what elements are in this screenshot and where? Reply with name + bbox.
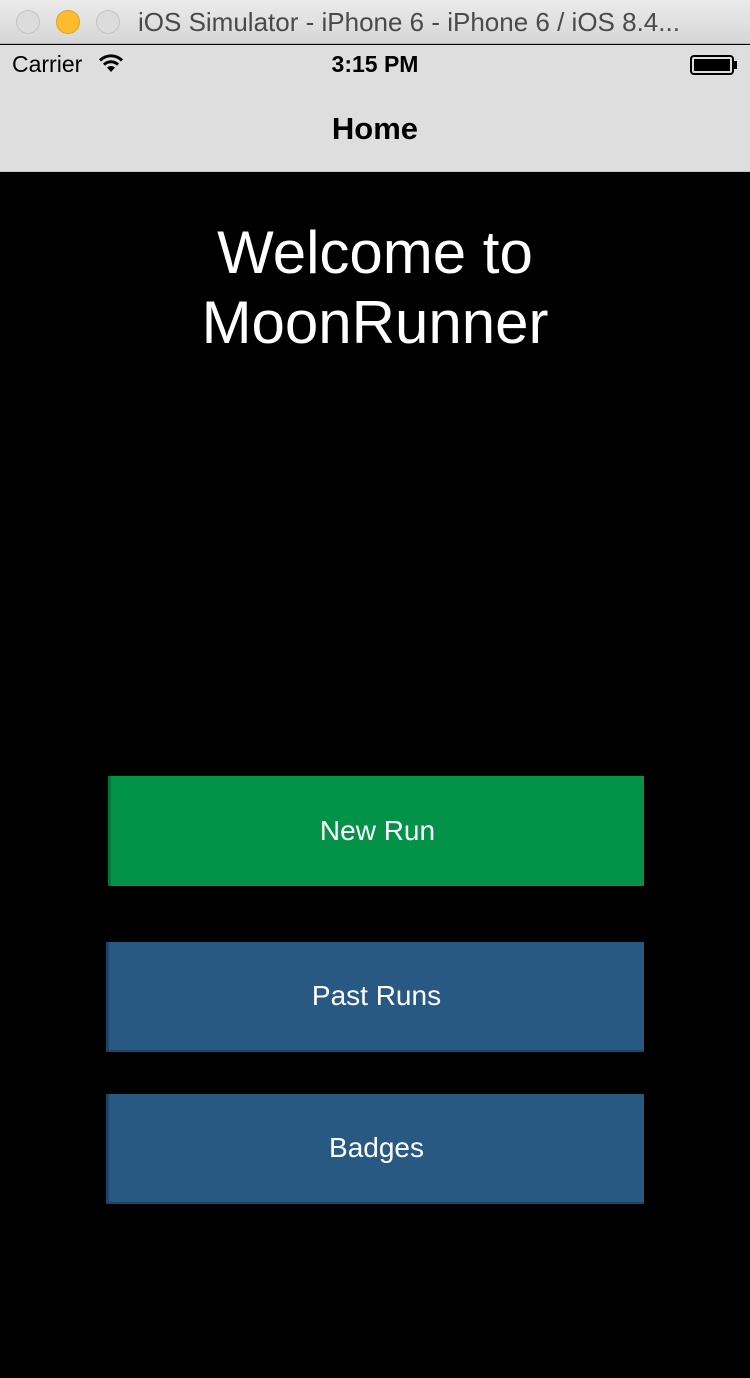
past-runs-label: Past Runs [311,980,442,1011]
window-title: iOS Simulator - iPhone 6 - iPhone 6 / iO… [138,7,680,37]
status-time: 3:15 PM [331,51,419,77]
past-runs-button[interactable]: Past Runs [106,942,644,1052]
badges-button[interactable]: Badges [106,1094,644,1204]
zoom-window-button[interactable] [96,10,120,34]
new-run-button[interactable]: New Run [108,776,644,886]
welcome-heading: Welcome to MoonRunner [75,218,675,358]
welcome-line-2: MoonRunner [201,289,549,356]
close-window-button[interactable] [16,10,40,34]
nav-title: Home [331,111,419,146]
badges-label: Badges [329,1132,424,1163]
window-title-bar: iOS Simulator - iPhone 6 - iPhone 6 / iO… [0,0,750,44]
ios-status-bar: Carrier 3:15 PM [0,45,750,85]
battery-icon [690,55,737,75]
minimize-window-button[interactable] [56,10,80,34]
new-run-label: New Run [319,815,436,846]
welcome-line-1: Welcome to [217,219,533,286]
navigation-bar: Home [0,85,750,172]
simulator-window: iOS Simulator - iPhone 6 - iPhone 6 / iO… [0,0,750,1378]
